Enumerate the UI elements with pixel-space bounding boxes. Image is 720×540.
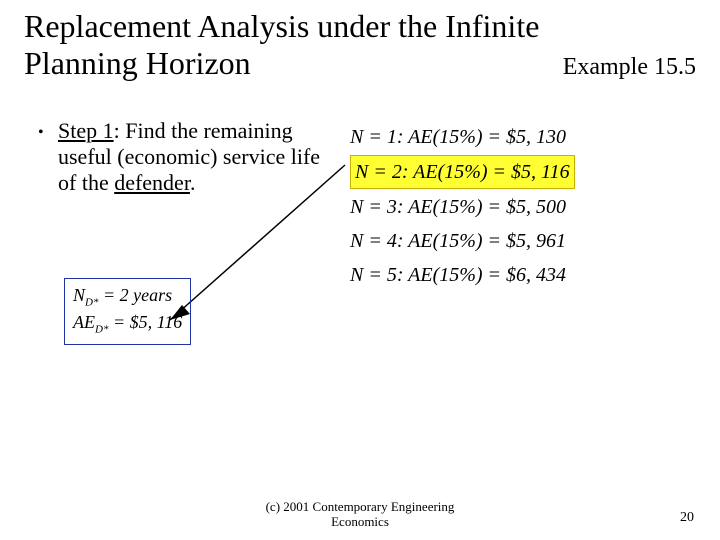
eq-n: N = 5: xyxy=(350,264,404,286)
eq-ae: AE(15%) = $6, 434 xyxy=(408,264,566,286)
equation-list: N = 1: AE(15%) = $5, 130 N = 2: AE(15%) … xyxy=(348,120,577,292)
step-bullet: • Step 1: Find the remaining useful (eco… xyxy=(58,118,328,196)
eq-n: N = 4: xyxy=(350,230,404,252)
equation-row: N = 4: AE(15%) = $5, 961 xyxy=(348,224,577,258)
example-label: Example 15.5 xyxy=(563,54,702,82)
slide: Replacement Analysis under the Infinite … xyxy=(0,0,720,540)
result-ae-line: AED* = $5, 116 xyxy=(73,310,182,337)
result-n-eq: = 2 years xyxy=(98,285,172,305)
eq-n: N = 3: xyxy=(350,196,404,218)
result-ae-sub: D* xyxy=(95,324,108,336)
equation-row: N = 1: AE(15%) = $5, 130 xyxy=(348,120,577,154)
footer-line-2: Economics xyxy=(0,515,720,530)
defender-word: defender xyxy=(114,170,190,195)
bullet-dot-icon: • xyxy=(38,124,44,143)
result-n-sym: N xyxy=(73,285,85,305)
result-ae-eq: = $5, 116 xyxy=(108,312,182,332)
eq-ae: AE(15%) = $5, 130 xyxy=(408,126,566,148)
eq-n: N = 1: xyxy=(350,126,404,148)
eq-ae: AE(15%) = $5, 500 xyxy=(408,196,566,218)
result-n-line: ND* = 2 years xyxy=(73,283,182,310)
footer-copyright: (c) 2001 Contemporary Engineering Econom… xyxy=(0,500,720,530)
equation-row: N = 3: AE(15%) = $5, 500 xyxy=(348,190,577,224)
title-line-2-left: Planning Horizon xyxy=(24,45,251,82)
equation-row: N = 2: AE(15%) = $5, 116 xyxy=(348,154,577,190)
slide-title: Replacement Analysis under the Infinite … xyxy=(24,8,702,82)
eq-ae: AE(15%) = $5, 116 xyxy=(413,161,569,183)
eq-ae: AE(15%) = $5, 961 xyxy=(408,230,566,252)
result-n-sub: D* xyxy=(85,297,98,309)
footer-line-1: (c) 2001 Contemporary Engineering xyxy=(0,500,720,515)
eq-n: N = 2: xyxy=(355,161,409,183)
step-label: Step 1 xyxy=(58,118,114,143)
optimal-result-box: ND* = 2 years AED* = $5, 116 xyxy=(64,278,191,345)
page-number: 20 xyxy=(680,510,694,526)
title-line-1: Replacement Analysis under the Infinite xyxy=(24,8,702,45)
result-ae-sym: AE xyxy=(73,312,95,332)
step-period: . xyxy=(190,170,196,195)
equation-row: N = 5: AE(15%) = $6, 434 xyxy=(348,258,577,292)
